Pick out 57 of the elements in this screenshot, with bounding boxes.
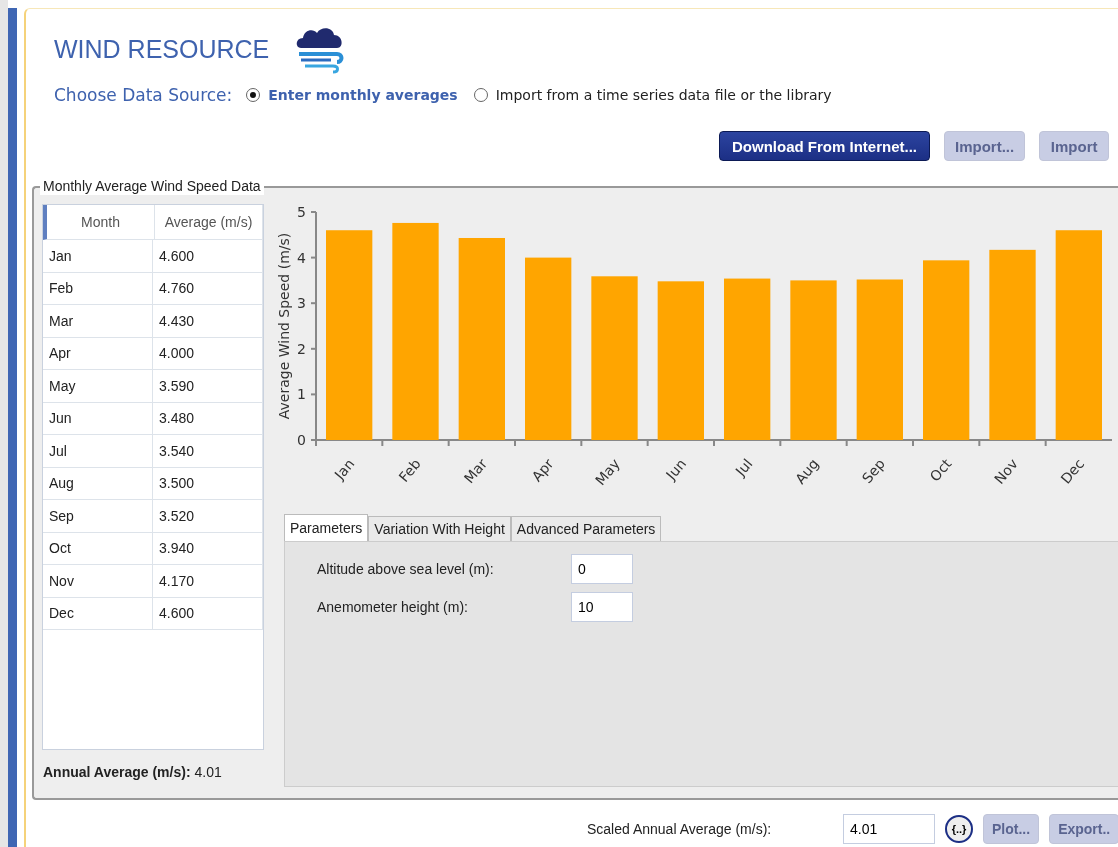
table-cell[interactable]: 4.170 [153, 565, 263, 597]
data-source-radio[interactable]: Import from a time series data file or the library [473, 87, 832, 103]
input-field[interactable]: 0 [571, 554, 633, 584]
table-cell[interactable]: 3.480 [153, 402, 263, 434]
x-tick-label: Jun [662, 455, 690, 483]
table-cell[interactable]: Aug [43, 467, 153, 499]
data-source-label: Choose Data Source: [54, 85, 233, 105]
column-header[interactable]: Month [47, 205, 155, 239]
table-cell[interactable]: 3.940 [153, 532, 263, 564]
table-cell[interactable]: Sep [43, 500, 153, 532]
y-tick-label: 0 [297, 432, 306, 448]
table-cell[interactable]: Dec [43, 597, 153, 629]
y-tick-label: 2 [297, 340, 306, 357]
table-cell[interactable]: Jul [43, 435, 153, 467]
scaled-average-field[interactable]: 4.01 [843, 814, 935, 844]
tab[interactable]: Advanced Parameters [510, 516, 662, 541]
annual-average-label: Annual Average (m/s): [43, 764, 191, 780]
table-cell[interactable]: Jun [43, 402, 153, 434]
table-cell[interactable]: 3.520 [153, 500, 263, 532]
y-tick-label: 1 [297, 386, 306, 403]
table-cell[interactable]: May [43, 370, 153, 402]
y-axis-title: Average Wind Speed (m/s) [276, 232, 292, 420]
input-field[interactable]: 10 [571, 592, 633, 622]
table-cell[interactable]: 3.590 [153, 370, 263, 402]
x-tick-label: Feb [395, 455, 424, 485]
scale-button[interactable]: {..} [945, 815, 973, 843]
table-cell[interactable]: Jan [43, 240, 153, 272]
data-source-radio[interactable]: Enter monthly averages [246, 87, 458, 103]
group-title: Monthly Average Wind Speed Data [40, 177, 264, 195]
table-cell[interactable]: Apr [43, 337, 153, 369]
y-tick-label: 3 [297, 295, 306, 312]
field-label: Altitude above sea level (m): [317, 561, 495, 577]
table-cell[interactable]: 3.500 [153, 467, 263, 499]
tab[interactable]: Parameters [284, 514, 369, 541]
table-cell[interactable]: Mar [43, 305, 153, 337]
table-cell[interactable]: 4.600 [153, 597, 263, 629]
table-cell[interactable]: 4.430 [153, 305, 263, 337]
tab[interactable]: Variation With Height [368, 516, 511, 541]
x-tick-label: Sep [858, 455, 889, 487]
table-cell[interactable]: Feb [43, 272, 153, 304]
field-label: Anemometer height (m): [317, 599, 469, 615]
column-header[interactable]: Average (m/s) [155, 205, 263, 239]
toolbar-button[interactable]: Download From Internet... [719, 131, 930, 161]
y-tick-label: 5 [297, 204, 306, 220]
page-title: WIND RESOURCE [54, 34, 270, 64]
table-cell[interactable]: 4.760 [153, 272, 263, 304]
table-cell[interactable]: 4.600 [153, 240, 263, 272]
table-cell[interactable]: Nov [43, 565, 153, 597]
table-cell[interactable]: Oct [43, 532, 153, 564]
scaled-average-label: Scaled Annual Average (m/s): [587, 821, 773, 837]
x-tick-label: Oct [926, 455, 955, 485]
x-tick-label: Jul [732, 455, 756, 479]
annual-average-value: 4.01 [194, 764, 222, 780]
x-tick-label: Jan [331, 455, 358, 483]
y-tick-label: 4 [297, 249, 306, 266]
table-cell[interactable]: 4.000 [153, 337, 263, 369]
table-cell[interactable]: 3.540 [153, 435, 263, 467]
